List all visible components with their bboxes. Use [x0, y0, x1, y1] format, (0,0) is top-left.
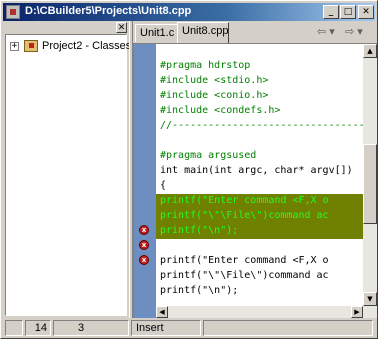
project-icon — [24, 40, 38, 52]
scroll-up-icon[interactable]: ▲ — [363, 44, 377, 58]
tab-unit8[interactable]: Unit8.cpp — [177, 22, 229, 43]
code-line[interactable] — [156, 239, 363, 252]
code-line[interactable]: printf("Enter command <F,X o — [156, 254, 363, 267]
window-title: D:\CBuilder5\Projects\Unit8.cpp — [25, 5, 192, 17]
code-line[interactable]: #pragma argsused — [156, 149, 363, 162]
class-explorer: ✕ + Project2 - Classes — [3, 21, 131, 318]
code-line[interactable]: #pragma hdrstop — [156, 59, 363, 72]
code-text-area[interactable]: #pragma hdrstop #include <stdio.h> #includ… — [156, 44, 363, 306]
class-tree[interactable]: + Project2 - Classes — [5, 34, 131, 316]
code-line[interactable]: #include <conio.h> — [156, 89, 363, 102]
minimize-button[interactable]: _ — [323, 5, 339, 19]
class-explorer-close-icon[interactable]: ✕ — [116, 22, 127, 33]
code-line[interactable]: int main(int argc, char* argv[]) — [156, 164, 363, 177]
vertical-scroll-thumb[interactable] — [363, 144, 377, 224]
tab-unit1[interactable]: Unit1.c — [135, 24, 179, 42]
code-line[interactable] — [156, 44, 363, 57]
code-editor: Unit1.c Unit8.cpp ⇦ ▾ ⇨ ▾ x x x #pragma … — [133, 21, 377, 318]
code-line[interactable]: { — [156, 179, 363, 192]
code-line[interactable]: #include <stdio.h> — [156, 74, 363, 87]
code-line[interactable]: #include <condefs.h> — [156, 104, 363, 117]
maximize-button[interactable]: □ — [340, 5, 356, 19]
title-bar[interactable]: D:\CBuilder5\Projects\Unit8.cpp _ □ ✕ — [3, 3, 375, 21]
status-spacer — [5, 320, 23, 336]
error-marker-icon[interactable]: x — [139, 255, 149, 265]
code-line[interactable]: //---------------------------------- — [156, 119, 363, 132]
app-icon[interactable] — [6, 5, 20, 19]
history-nav: ⇦ ▾ ⇨ ▾ — [317, 25, 373, 40]
vertical-scrollbar[interactable]: ▲ ▼ — [363, 44, 377, 306]
scroll-left-icon[interactable]: ◀ — [156, 306, 168, 318]
back-arrow-icon[interactable]: ⇦ ▾ — [317, 25, 335, 38]
editor-gutter[interactable]: x x x — [134, 44, 156, 318]
expand-icon[interactable]: + — [10, 42, 19, 51]
status-line: 14 — [25, 320, 51, 336]
ide-window: D:\CBuilder5\Projects\Unit8.cpp _ □ ✕ ✕ … — [0, 0, 378, 339]
error-code-line[interactable]: printf("\"\File\")command ac — [156, 209, 363, 224]
code-line[interactable]: printf("\"\File\")command ac — [156, 269, 363, 282]
code-line[interactable]: printf("\n"); — [156, 284, 363, 297]
scroll-down-icon[interactable]: ▼ — [363, 292, 377, 306]
close-button[interactable]: ✕ — [358, 5, 374, 19]
error-code-line[interactable]: printf("Enter command <F,X o — [156, 194, 363, 209]
status-message — [203, 320, 373, 336]
error-marker-icon[interactable]: x — [139, 225, 149, 235]
status-column: 3 — [53, 320, 129, 336]
status-bar: 14 3 Insert — [3, 319, 375, 337]
code-frame: x x x #pragma hdrstop #include <stdio.h> #… — [133, 43, 377, 318]
status-mode: Insert — [131, 320, 201, 336]
error-marker-icon[interactable]: x — [139, 240, 149, 250]
forward-arrow-icon[interactable]: ⇨ ▾ — [345, 25, 363, 38]
error-code-line[interactable]: printf("\n"); — [156, 224, 363, 239]
horizontal-scrollbar[interactable]: ◀ ▶ — [156, 306, 377, 318]
code-line[interactable] — [156, 134, 363, 147]
editor-tabs: Unit1.c Unit8.cpp ⇦ ▾ ⇨ ▾ — [133, 21, 377, 43]
tree-item-label: Project2 - Classes — [42, 40, 132, 52]
scroll-right-icon[interactable]: ▶ — [351, 306, 363, 318]
